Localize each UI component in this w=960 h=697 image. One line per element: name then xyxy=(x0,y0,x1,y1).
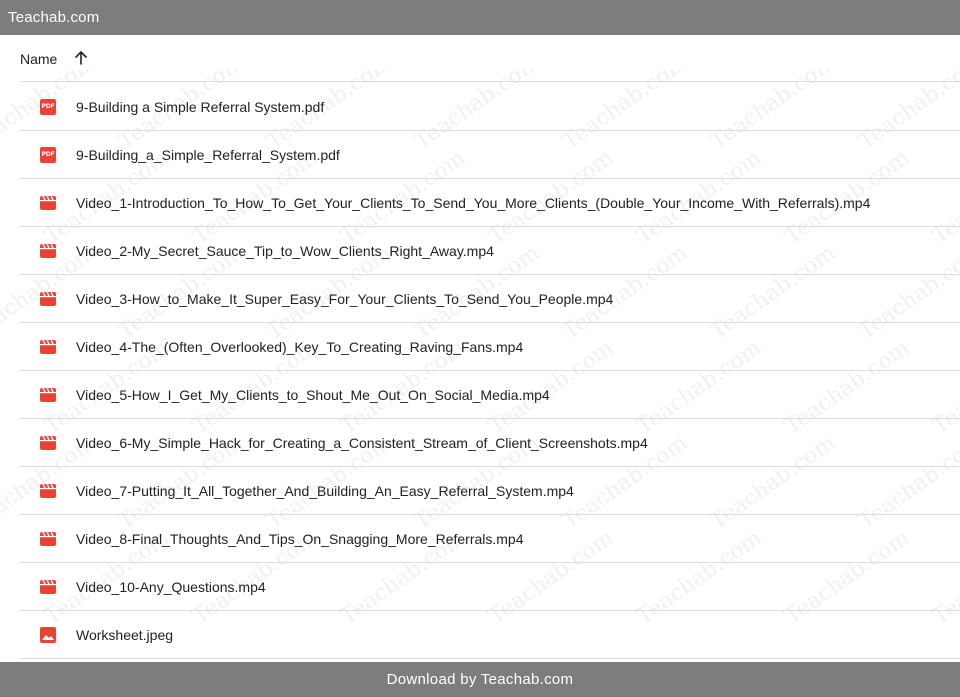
file-name[interactable]: 9-Building a Simple Referral System.pdf xyxy=(76,99,324,115)
video-file-icon xyxy=(40,339,56,355)
video-file-icon xyxy=(40,195,56,211)
video-file-icon xyxy=(40,291,56,307)
image-file-icon xyxy=(40,626,56,643)
video-file-icon xyxy=(40,387,56,403)
pdf-badge: PDF xyxy=(40,98,56,115)
file-name[interactable]: Video_3-How_to_Make_It_Super_Easy_For_Yo… xyxy=(76,291,613,307)
file-name[interactable]: Video_8-Final_Thoughts_And_Tips_On_Snagg… xyxy=(76,531,524,547)
footer-text: Download by Teachab.com xyxy=(386,671,574,688)
video-file-icon xyxy=(40,243,56,259)
video-file-icon xyxy=(40,483,56,499)
file-name[interactable]: Video_10-Any_Questions.mp4 xyxy=(76,579,266,595)
file-row[interactable]: Video_6-My_Simple_Hack_for_Creating_a_Co… xyxy=(20,419,960,467)
file-row[interactable]: Video_10-Any_Questions.mp4 xyxy=(20,563,960,611)
file-row[interactable]: Video_8-Final_Thoughts_And_Tips_On_Snagg… xyxy=(20,515,960,563)
file-name[interactable]: Video_4-The_(Often_Overlooked)_Key_To_Cr… xyxy=(76,339,523,355)
arrow-up-icon[interactable] xyxy=(73,50,89,66)
site-title: Teachab.com xyxy=(8,9,100,26)
list-header: Name xyxy=(20,35,960,82)
file-row[interactable]: Video_5-How_I_Get_My_Clients_to_Shout_Me… xyxy=(20,371,960,419)
pdf-icon: PDF xyxy=(40,98,56,115)
name-column-header[interactable]: Name xyxy=(20,51,57,67)
file-name[interactable]: Video_5-How_I_Get_My_Clients_to_Shout_Me… xyxy=(76,387,550,403)
file-name[interactable]: Video_6-My_Simple_Hack_for_Creating_a_Co… xyxy=(76,435,648,451)
footer-bar: Download by Teachab.com xyxy=(0,662,960,697)
top-bar: Teachab.com xyxy=(0,0,960,35)
file-name[interactable]: Video_1-Introduction_To_How_To_Get_Your_… xyxy=(76,195,870,211)
file-row[interactable]: Video_2-My_Secret_Sauce_Tip_to_Wow_Clien… xyxy=(20,227,960,275)
file-name[interactable]: Worksheet.jpeg xyxy=(76,627,173,643)
file-name[interactable]: 9-Building_a_Simple_Referral_System.pdf xyxy=(76,147,340,163)
file-row[interactable]: Video_1-Introduction_To_How_To_Get_Your_… xyxy=(20,179,960,227)
file-row[interactable]: PDF 9-Building_a_Simple_Referral_System.p… xyxy=(20,131,960,179)
file-row[interactable]: Worksheet.jpeg xyxy=(20,611,960,659)
file-row[interactable]: Video_7-Putting_It_All_Together_And_Buil… xyxy=(20,467,960,515)
file-list: Teachab.com Teachab.com Teachab.com Teachab… xyxy=(0,35,960,662)
file-name[interactable]: Video_2-My_Secret_Sauce_Tip_to_Wow_Clien… xyxy=(76,243,494,259)
video-file-icon xyxy=(40,579,56,595)
file-name[interactable]: Video_7-Putting_It_All_Together_And_Buil… xyxy=(76,483,574,499)
video-file-icon xyxy=(40,531,56,547)
file-row[interactable]: PDF 9-Building a Simple Referral System.p… xyxy=(20,83,960,131)
file-row[interactable]: Video_4-The_(Often_Overlooked)_Key_To_Cr… xyxy=(20,323,960,371)
file-row[interactable]: Video_3-How_to_Make_It_Super_Easy_For_Yo… xyxy=(20,275,960,323)
pdf-badge: PDF xyxy=(40,146,56,163)
pdf-icon: PDF xyxy=(40,146,56,163)
video-file-icon xyxy=(40,435,56,451)
